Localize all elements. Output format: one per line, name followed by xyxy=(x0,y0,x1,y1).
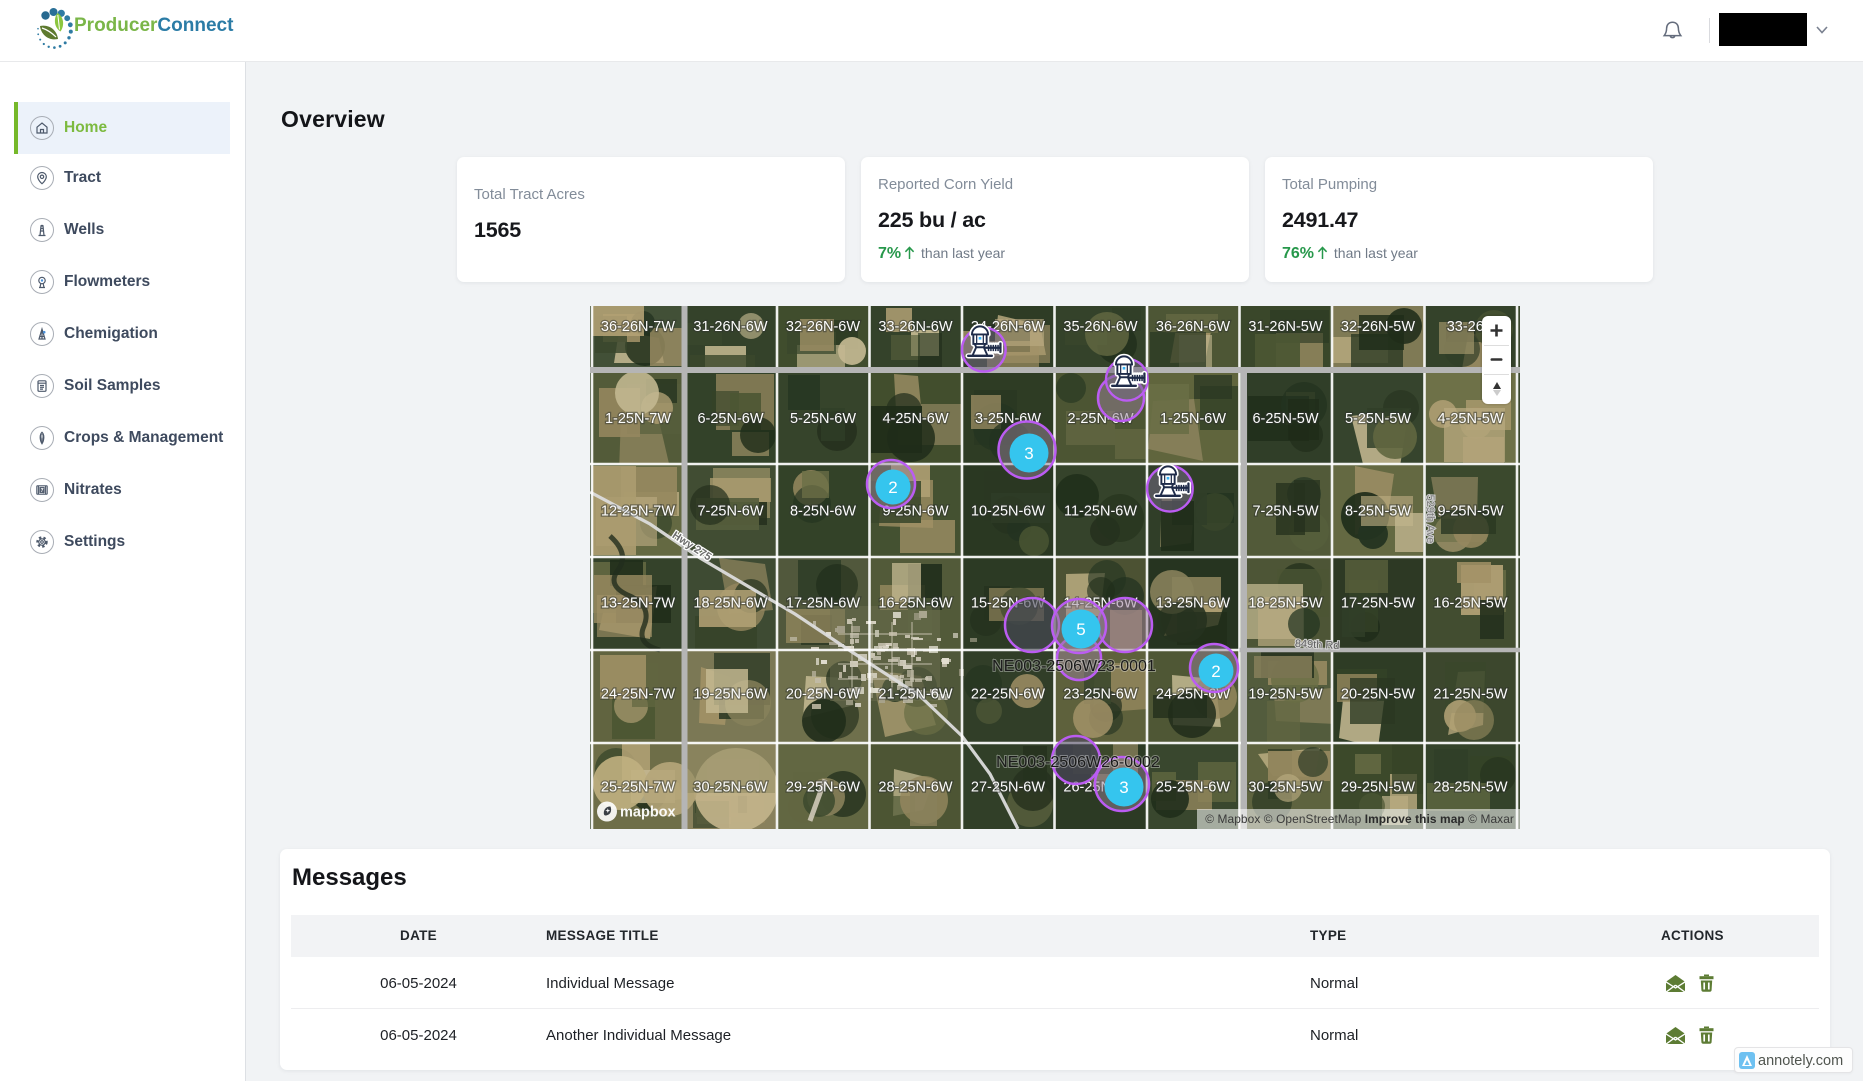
svg-text:8-25N-5W: 8-25N-5W xyxy=(1345,504,1411,520)
svg-text:25-25N-7W: 25-25N-7W xyxy=(601,780,675,796)
svg-text:16-25N-5W: 16-25N-5W xyxy=(1433,596,1507,612)
svg-text:21-25N-5W: 21-25N-5W xyxy=(1433,687,1507,703)
svg-text:4-25N-6W: 4-25N-6W xyxy=(882,411,948,427)
svg-text:7-25N-6W: 7-25N-6W xyxy=(697,504,763,520)
svg-text:27-25N-6W: 27-25N-6W xyxy=(971,780,1045,796)
svg-text:2: 2 xyxy=(888,478,897,497)
svg-text:16-25N-6W: 16-25N-6W xyxy=(878,596,952,612)
svg-text:NE003-2506W23-0001: NE003-2506W23-0001 xyxy=(992,658,1156,675)
svg-text:5-25N-6W: 5-25N-6W xyxy=(790,411,856,427)
svg-text:28-25N-5W: 28-25N-5W xyxy=(1433,780,1507,796)
svg-text:6-25N-6W: 6-25N-6W xyxy=(697,411,763,427)
svg-text:29-25N-5W: 29-25N-5W xyxy=(1341,780,1415,796)
svg-text:10-25N-6W: 10-25N-6W xyxy=(971,504,1045,520)
svg-text:1-25N-7W: 1-25N-7W xyxy=(605,411,671,427)
svg-text:529th Ave: 529th Ave xyxy=(1424,495,1436,544)
svg-text:20-25N-5W: 20-25N-5W xyxy=(1341,687,1415,703)
svg-text:11-25N-6W: 11-25N-6W xyxy=(1064,504,1137,520)
svg-text:4-25N-5W: 4-25N-5W xyxy=(1437,411,1503,427)
svg-text:17-25N-6W: 17-25N-6W xyxy=(786,596,860,612)
svg-text:36-26N-7W: 36-26N-7W xyxy=(601,319,675,335)
svg-text:849th Rd: 849th Rd xyxy=(1295,638,1340,652)
svg-text:35-26N-6W: 35-26N-6W xyxy=(1063,319,1137,335)
svg-text:9-25N-5W: 9-25N-5W xyxy=(1437,504,1503,520)
svg-text:28-25N-6W: 28-25N-6W xyxy=(878,780,952,796)
svg-text:22-25N-6W: 22-25N-6W xyxy=(971,687,1045,703)
svg-text:5: 5 xyxy=(1076,620,1085,639)
svg-text:5-25N-5W: 5-25N-5W xyxy=(1345,411,1411,427)
svg-text:30-25N-5W: 30-25N-5W xyxy=(1248,780,1322,796)
svg-text:32-26N-6W: 32-26N-6W xyxy=(786,319,860,335)
svg-text:17-25N-5W: 17-25N-5W xyxy=(1341,596,1415,612)
svg-text:2: 2 xyxy=(1211,662,1220,681)
svg-text:36-26N-6W: 36-26N-6W xyxy=(1156,319,1230,335)
svg-text:13-25N-7W: 13-25N-7W xyxy=(601,596,675,612)
svg-text:32-26N-5W: 32-26N-5W xyxy=(1341,319,1415,335)
svg-text:29-25N-6W: 29-25N-6W xyxy=(786,780,860,796)
svg-text:13-25N-6W: 13-25N-6W xyxy=(1156,596,1230,612)
svg-text:NE003-2506W26-0002: NE003-2506W26-0002 xyxy=(996,754,1160,771)
svg-text:18-25N-5W: 18-25N-5W xyxy=(1248,596,1322,612)
svg-text:12-25N-7W: 12-25N-7W xyxy=(601,504,675,520)
svg-text:19-25N-5W: 19-25N-5W xyxy=(1248,687,1322,703)
svg-text:20-25N-6W: 20-25N-6W xyxy=(786,687,860,703)
svg-text:31-26N-5W: 31-26N-5W xyxy=(1248,319,1322,335)
svg-text:18-25N-6W: 18-25N-6W xyxy=(693,596,767,612)
svg-text:8-25N-6W: 8-25N-6W xyxy=(790,504,856,520)
svg-text:7-25N-5W: 7-25N-5W xyxy=(1252,504,1318,520)
svg-text:33-26N-6W: 33-26N-6W xyxy=(878,319,952,335)
svg-text:mapbox: mapbox xyxy=(620,805,676,821)
svg-text:24-25N-7W: 24-25N-7W xyxy=(601,687,675,703)
svg-text:31-26N-6W: 31-26N-6W xyxy=(693,319,767,335)
svg-text:23-25N-6W: 23-25N-6W xyxy=(1063,687,1137,703)
svg-text:19-25N-6W: 19-25N-6W xyxy=(693,687,767,703)
svg-text:3: 3 xyxy=(1024,444,1033,463)
svg-text:1-25N-6W: 1-25N-6W xyxy=(1160,411,1226,427)
svg-text:6-25N-5W: 6-25N-5W xyxy=(1252,411,1318,427)
svg-text:25-25N-6W: 25-25N-6W xyxy=(1156,780,1230,796)
svg-text:30-25N-6W: 30-25N-6W xyxy=(693,780,767,796)
svg-text:3: 3 xyxy=(1119,778,1128,797)
svg-text:21-25N-6W: 21-25N-6W xyxy=(878,687,952,703)
